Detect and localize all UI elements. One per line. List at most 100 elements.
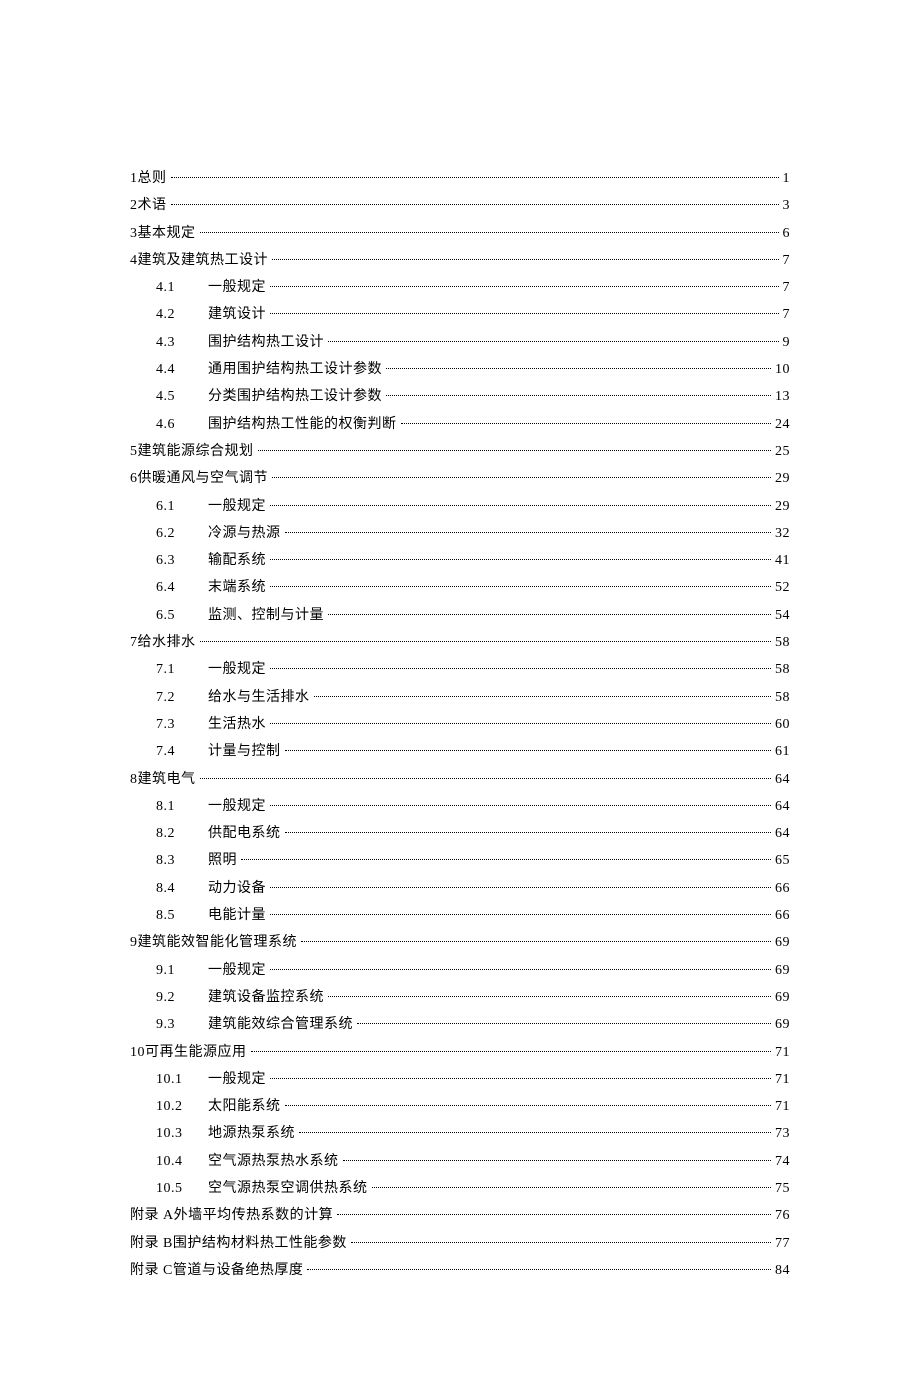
toc-number: 9.2 [156,984,208,1011]
toc-leader-dots [270,286,779,287]
toc-entry: 4.3围护结构热工设计9 [130,329,790,356]
toc-entry: 3基本规定6 [130,220,790,247]
toc-entry: 10.4空气源热泵热水系统74 [130,1148,790,1175]
toc-entry: 附录 A外墙平均传热系数的计算76 [130,1202,790,1229]
toc-leader-dots [328,996,771,997]
toc-title: 空气源热泵热水系统 [208,1148,341,1175]
toc-title: 地源热泵系统 [208,1120,297,1147]
toc-entry: 4.5分类围护结构热工设计参数13 [130,383,790,410]
toc-title: 一般规定 [208,656,268,683]
toc-leader-dots [351,1242,771,1243]
toc-number: 1 [130,165,138,192]
toc-title: 分类围护结构热工设计参数 [208,383,384,410]
toc-page-number: 84 [773,1257,790,1284]
toc-number: 3 [130,220,138,247]
toc-number: 6.1 [156,493,208,520]
toc-title: 太阳能系统 [208,1093,283,1120]
toc-title: 围护结构热工性能的权衡判断 [208,411,399,438]
toc-entry: 8.4动力设备66 [130,875,790,902]
toc-entry: 6.4末端系统52 [130,574,790,601]
toc-page-number: 24 [773,411,790,438]
toc-leader-dots [285,750,772,751]
toc-entry: 附录 C管道与设备绝热厚度84 [130,1257,790,1284]
toc-page-number: 71 [773,1039,790,1066]
toc-title: 一般规定 [208,1066,268,1093]
toc-number: 10.3 [156,1120,208,1147]
toc-entry: 9.3建筑能效综合管理系统69 [130,1011,790,1038]
toc-number: 7.3 [156,711,208,738]
toc-title: 一般规定 [208,493,268,520]
toc-leader-dots [171,204,779,205]
toc-leader-dots [386,395,771,396]
toc-title: 外墙平均传热系数的计算 [174,1202,336,1229]
toc-leader-dots [270,805,771,806]
toc-leader-dots [299,1132,771,1133]
toc-number: 4.4 [156,356,208,383]
toc-leader-dots [200,641,772,642]
toc-page-number: 75 [773,1175,790,1202]
toc-number: 9.1 [156,957,208,984]
toc-title: 围护结构热工设计 [208,329,326,356]
toc-page-number: 7 [781,301,791,328]
toc-page-number: 41 [773,547,790,574]
toc-title: 总则 [138,165,169,192]
toc-page-number: 58 [773,656,790,683]
toc-entry: 8.1一般规定64 [130,793,790,820]
toc-entry: 8建筑电气64 [130,766,790,793]
toc-page-number: 52 [773,574,790,601]
toc-title: 术语 [138,192,169,219]
toc-entry: 6.5监测、控制与计量54 [130,602,790,629]
toc-number: 4.5 [156,383,208,410]
toc-number: 4.6 [156,411,208,438]
toc-leader-dots [272,477,771,478]
toc-number: 6 [130,465,138,492]
toc-leader-dots [270,1078,771,1079]
toc-number: 附录 A [130,1202,174,1229]
toc-entry: 10.2太阳能系统71 [130,1093,790,1120]
toc-title: 给水排水 [138,629,198,656]
toc-number: 8.5 [156,902,208,929]
toc-page-number: 29 [773,493,790,520]
toc-title: 供暖通风与空气调节 [138,465,271,492]
toc-entry: 8.3照明65 [130,847,790,874]
toc-entry: 9.1一般规定69 [130,957,790,984]
toc-entry: 6.1一般规定 29 [130,493,790,520]
toc-leader-dots [285,832,772,833]
toc-leader-dots [200,778,772,779]
toc-leader-dots [301,941,771,942]
toc-title: 生活热水 [208,711,268,738]
toc-number: 7.4 [156,738,208,765]
toc-title: 可再生能源应用 [145,1039,249,1066]
toc-leader-dots [328,614,771,615]
toc-page-number: 71 [773,1093,790,1120]
toc-number: 10 [130,1039,145,1066]
toc-page-number: 73 [773,1120,790,1147]
toc-title: 建筑能源综合规划 [138,438,256,465]
toc-number: 8.2 [156,820,208,847]
toc-page-number: 65 [773,847,790,874]
toc-page-number: 74 [773,1148,790,1175]
toc-page-number: 69 [773,984,790,1011]
toc-entry: 6.2冷源与热源32 [130,520,790,547]
toc-leader-dots [241,859,771,860]
toc-title: 建筑电气 [138,766,198,793]
toc-leader-dots [270,668,771,669]
toc-entry: 5建筑能源综合规划25 [130,438,790,465]
toc-entry: 9.2建筑设备监控系统 69 [130,984,790,1011]
toc-title: 监测、控制与计量 [208,602,326,629]
toc-number: 7.2 [156,684,208,711]
toc-number: 6.4 [156,574,208,601]
toc-entry: 4.4通用围护结构热工设计参数10 [130,356,790,383]
toc-page-number: 69 [773,929,790,956]
toc-leader-dots [270,723,771,724]
toc-leader-dots [285,532,772,533]
toc-leader-dots [386,368,771,369]
toc-entry: 附录 B围护结构材料热工性能参数77 [130,1230,790,1257]
toc-leader-dots [270,914,771,915]
toc-page-number: 60 [773,711,790,738]
toc-title: 基本规定 [138,220,198,247]
toc-title: 供配电系统 [208,820,283,847]
toc-page-number: 66 [773,902,790,929]
toc-page-number: 64 [773,793,790,820]
toc-title: 建筑设备监控系统 [208,984,326,1011]
